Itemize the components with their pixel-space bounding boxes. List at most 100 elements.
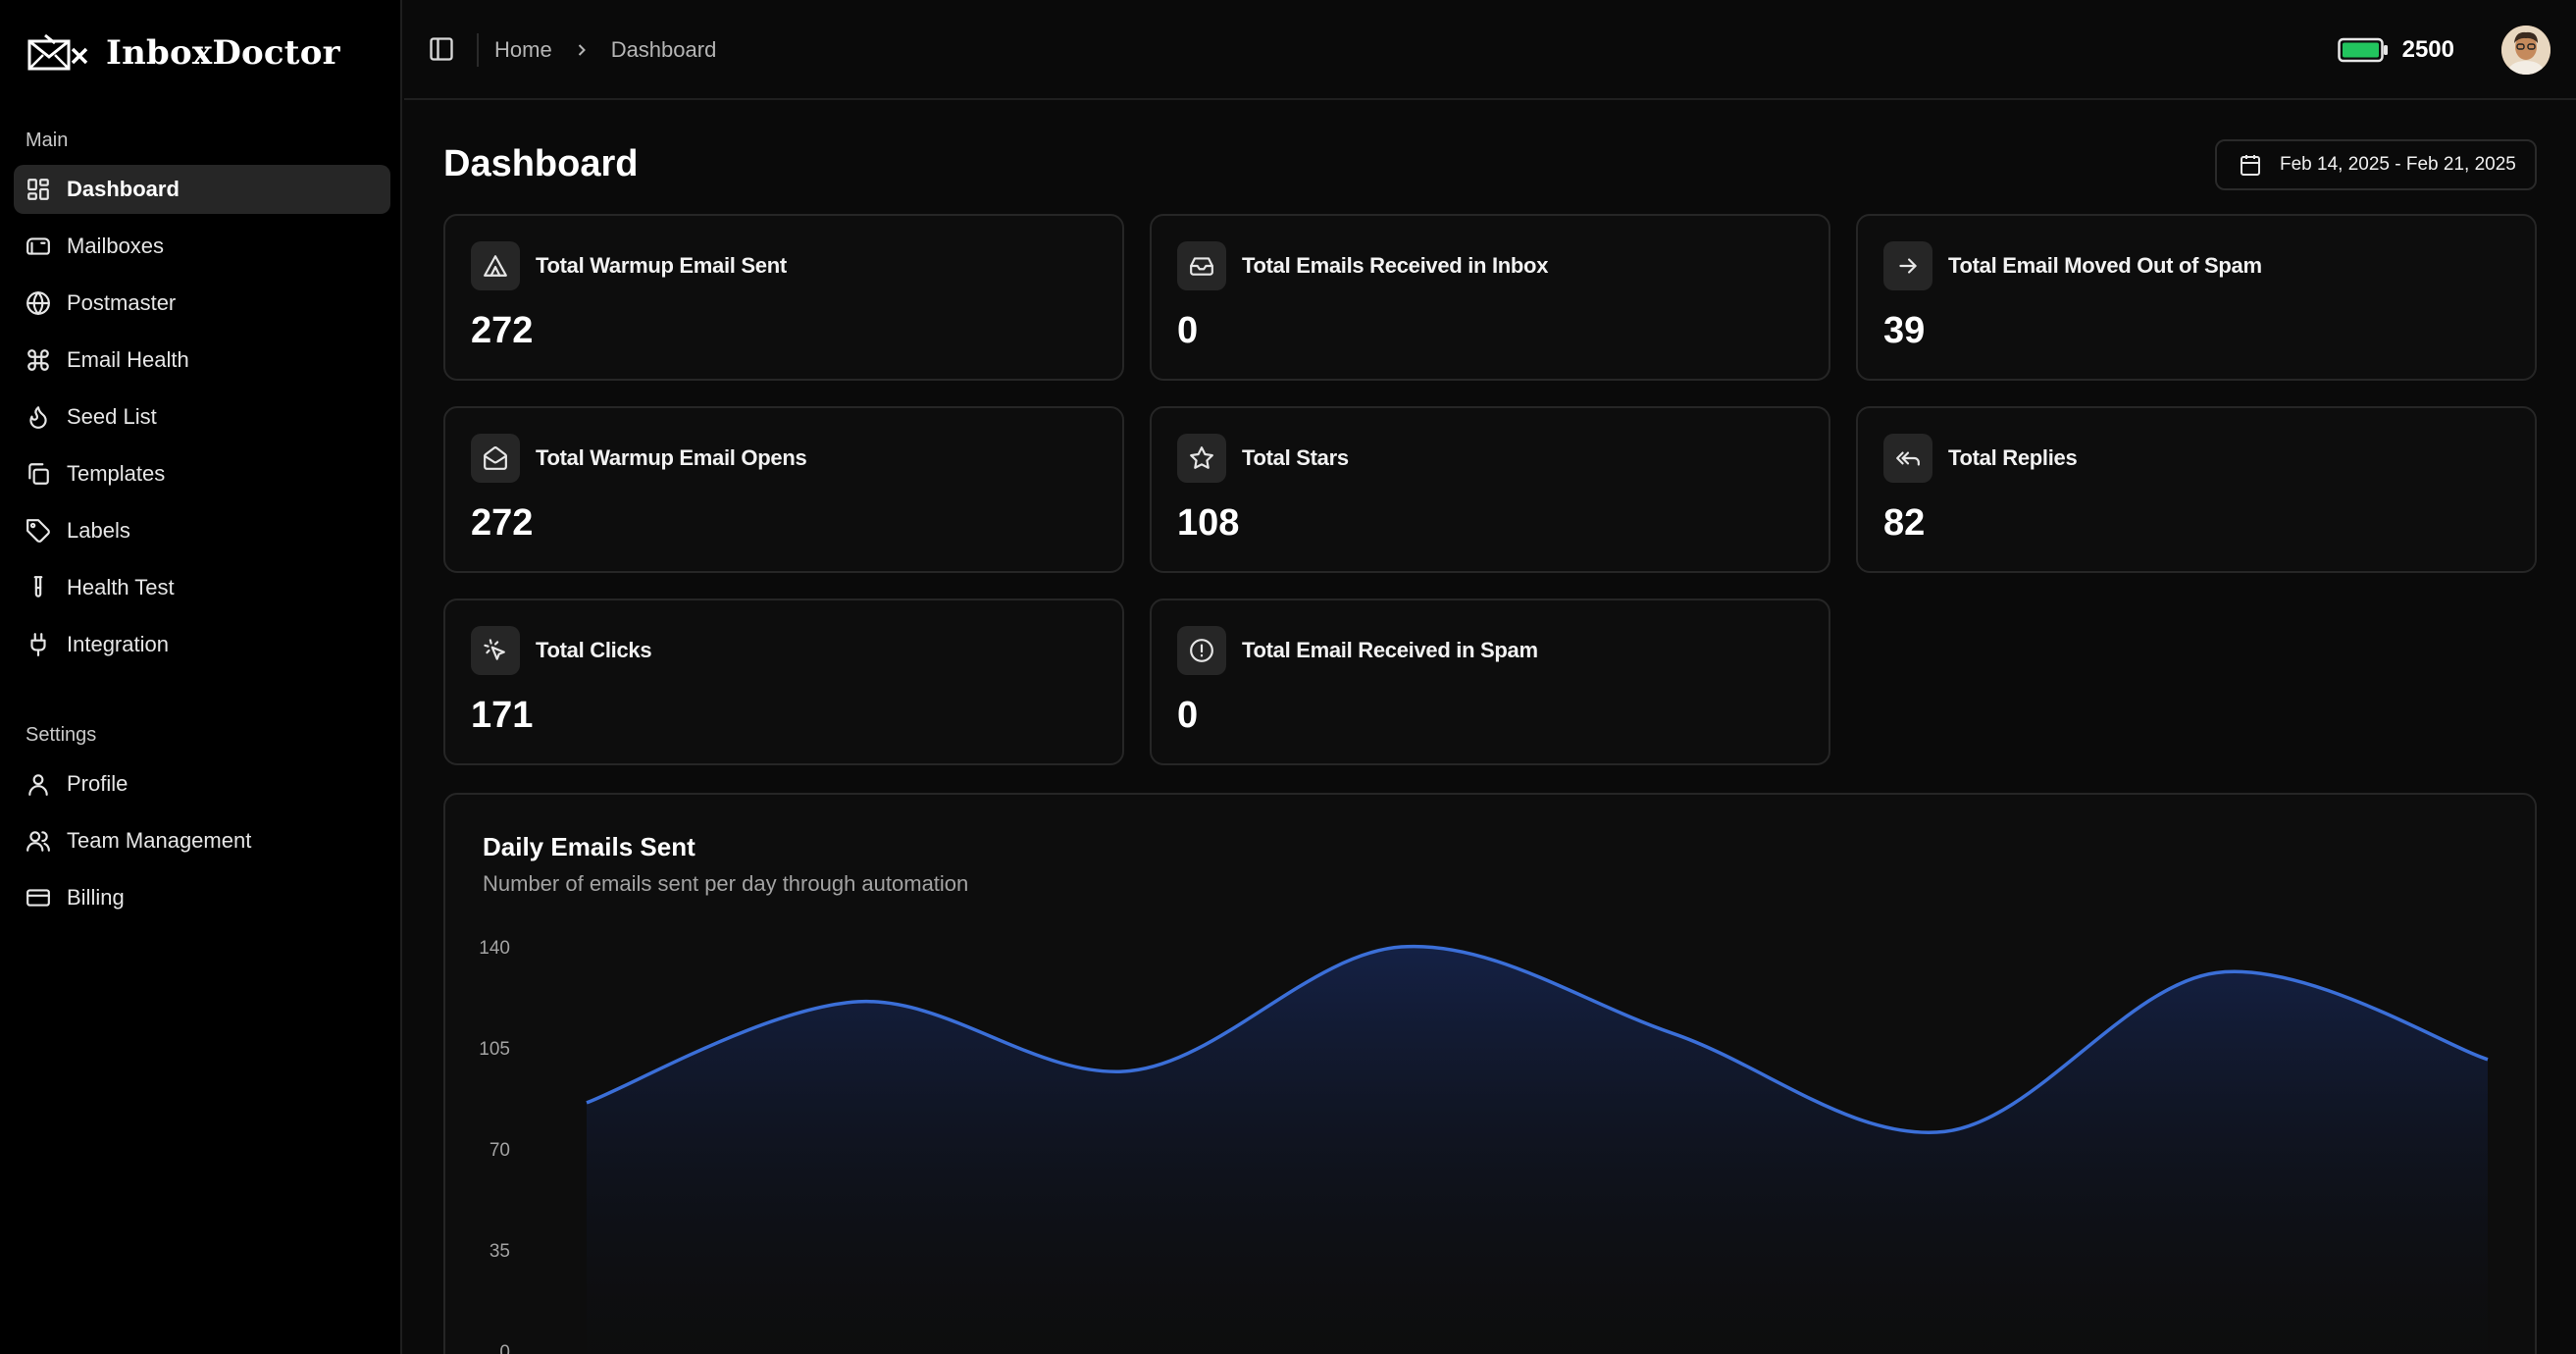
mailbox-icon [26,234,51,259]
sidebar-item-postmaster[interactable]: Postmaster [14,279,390,328]
breadcrumb: Home Dashboard [494,33,716,67]
chevron-right-icon [572,40,592,60]
stat-label: Total Email Moved Out of Spam [1948,253,2262,278]
topbar-divider [477,33,479,67]
sidebar-item-templates[interactable]: Templates [14,449,390,498]
daily-emails-chart-card: Daily Emails Sent Number of emails sent … [443,793,2537,1354]
y-tick-label: 140 [479,938,510,959]
sidebar-item-email-health[interactable]: Email Health [14,336,390,385]
dashboard-icon [26,177,51,202]
inbox-icon [1177,241,1226,290]
y-tick-label: 70 [489,1140,510,1161]
stat-value: 272 [471,310,534,351]
avatar[interactable] [2501,26,2550,75]
test-tube-icon [26,575,51,600]
sidebar-item-team-management[interactable]: Team Management [14,816,390,865]
stat-label: Total Replies [1948,445,2078,470]
globe-icon [26,290,51,316]
pointer-click-icon [471,626,520,675]
area-chart: 0 35 70 105 140 [479,938,2489,1354]
breadcrumb-current: Dashboard [610,37,717,62]
stat-label: Total Emails Received in Inbox [1242,253,1549,278]
sidebar-item-label: Dashboard [67,177,180,201]
sidebar-item-label: Mailboxes [67,234,165,258]
stat-card-replies: Total Replies 82 [1856,406,2537,573]
brand-name: InboxDoctor [106,33,340,73]
stat-value: 0 [1177,695,1199,736]
calendar-icon [2241,155,2260,176]
section-label-settings: Settings [26,724,97,746]
sidebar-item-seed-list[interactable]: Seed List [14,392,390,442]
star-icon [1177,434,1226,483]
stat-card-moved-out-of-spam: Total Email Moved Out of Spam 39 [1856,214,2537,381]
alert-circle-icon [1177,626,1226,675]
credits-indicator[interactable]: 2500 [2337,31,2454,69]
chart-area-fill [587,946,2488,1354]
stat-value: 82 [1883,502,1926,544]
sidebar-item-label: Team Management [67,828,252,853]
sidebar-item-labels[interactable]: Labels [14,506,390,555]
logo-icon [27,33,88,71]
date-range-text: Feb 14, 2025 - Feb 21, 2025 [2280,154,2516,175]
mail-open-icon [471,434,520,483]
stat-label: Total Clicks [536,638,652,662]
section-label-main: Main [26,130,69,151]
sidebar-item-label: Labels [67,518,130,543]
sidebar-toggle-button[interactable] [428,35,457,65]
stat-card-warmup-opens: Total Warmup Email Opens 272 [443,406,1124,573]
sidebar-item-health-test[interactable]: Health Test [14,563,390,612]
stat-card-stars: Total Stars 108 [1150,406,1830,573]
stat-label: Total Warmup Email Sent [536,253,787,278]
topbar: Home Dashboard 2500 [404,0,2576,100]
stat-card-received-spam: Total Email Received in Spam 0 [1150,599,1830,765]
stat-card-received-inbox: Total Emails Received in Inbox 0 [1150,214,1830,381]
date-range-picker[interactable]: Feb 14, 2025 - Feb 21, 2025 [2215,139,2537,190]
sidebar-item-label: Profile [67,771,129,796]
y-tick-label: 105 [479,1039,510,1060]
avatar-image [2501,26,2550,75]
stat-value: 0 [1177,310,1199,351]
stat-card-warmup-sent: Total Warmup Email Sent 272 [443,214,1124,381]
sidebar-item-mailboxes[interactable]: Mailboxes [14,222,390,271]
sidebar-item-billing[interactable]: Billing [14,873,390,922]
breadcrumb-home-link[interactable]: Home [494,37,552,63]
sidebar-item-integration[interactable]: Integration [14,620,390,669]
credits-count: 2500 [2401,36,2454,63]
sidebar-item-label: Email Health [67,347,189,372]
stat-value: 108 [1177,502,1240,544]
sidebar-item-profile[interactable]: Profile [14,759,390,808]
reply-all-icon [1883,434,1932,483]
sidebar-item-label: Integration [67,632,169,656]
copy-icon [26,461,51,487]
stat-value: 171 [471,695,534,736]
brand[interactable]: InboxDoctor [26,26,340,80]
triangle-icon [471,241,520,290]
app-root: InboxDoctor Main Dashboard Mailboxes Pos… [0,0,2576,1354]
arrow-right-icon [1883,241,1932,290]
sidebar-item-label: Billing [67,885,125,910]
y-tick-label: 0 [499,1342,510,1354]
sidebar-item-label: Health Test [67,575,175,599]
stat-label: Total Email Received in Spam [1242,638,1538,662]
stat-label: Total Warmup Email Opens [536,445,807,470]
stat-card-clicks: Total Clicks 171 [443,599,1124,765]
tag-icon [26,518,51,544]
plug-icon [26,632,51,657]
battery-icon [2337,37,2388,63]
user-icon [26,771,51,797]
stat-value: 39 [1883,310,1926,351]
page-title: Dashboard [443,143,639,184]
flame-icon [26,404,51,430]
sidebar-item-dashboard[interactable]: Dashboard [14,165,390,214]
users-icon [26,828,51,854]
sidebar-item-label: Templates [67,461,166,486]
sidebar-item-label: Seed List [67,404,157,429]
panel-left-icon [430,37,453,61]
command-icon [26,347,51,373]
sidebar: InboxDoctor Main Dashboard Mailboxes Pos… [0,0,402,1354]
y-tick-label: 35 [489,1241,510,1262]
stat-value: 272 [471,502,534,544]
credit-card-icon [26,885,51,911]
stat-label: Total Stars [1242,445,1349,470]
sidebar-item-label: Postmaster [67,290,177,315]
